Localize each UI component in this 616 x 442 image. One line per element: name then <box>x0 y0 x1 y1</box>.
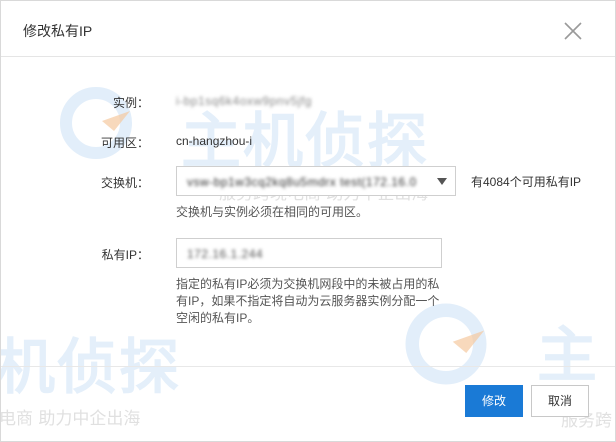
close-icon <box>564 22 582 40</box>
watermark-brand-partial-left: 机侦探 <box>0 333 181 403</box>
vswitch-label: 交换机： <box>100 176 149 190</box>
private-ip-input[interactable]: 172.16.1.244 <box>176 238 442 268</box>
vswitch-available-ips: 有4084个可用私有IP <box>471 175 582 189</box>
zone-value: cn-hangzhou-i <box>176 134 253 148</box>
modify-private-ip-dialog: 主机侦探 服务跨境电商 助力中企出海 机侦探 主 电商 助力中企出海 服务跨 修… <box>0 0 616 442</box>
dialog-header: 修改私有IP <box>1 1 615 57</box>
watermark-brand-partial-right: 主 <box>537 321 599 391</box>
dialog-title: 修改私有IP <box>23 23 93 39</box>
watermark-slogan-left: 电商 助力中企出海 <box>0 409 141 429</box>
chevron-down-icon <box>437 178 447 185</box>
vswitch-select[interactable]: vsw-bp1w3cq2kq8u5mdrx test(172.16.0.0/20… <box>176 166 456 196</box>
vswitch-selected-value: vsw-bp1w3cq2kq8u5mdrx test(172.16.0.0/20… <box>187 175 417 189</box>
private-ip-help-line-2: 有IP，如果不指定将自动为云服务器实例分配一个 <box>176 294 440 308</box>
footer-divider <box>1 366 615 367</box>
vswitch-help-text: 交换机与实例必须在相同的可用区。 <box>176 205 369 219</box>
cancel-button[interactable]: 取消 <box>531 385 589 417</box>
private-ip-label: 私有IP： <box>101 248 149 262</box>
instance-label: 实例： <box>112 96 149 110</box>
watermark: 主机侦探 服务跨境电商 助力中企出海 机侦探 主 电商 助力中企出海 服务跨 <box>1 1 615 441</box>
private-ip-help-text: 指定的私有IP必须为交换机网段中的未被占用的私 有IP，如果不指定将自动为云服务… <box>176 276 456 327</box>
zone-label: 可用区： <box>100 136 149 150</box>
instance-id: i-bp1sq6k4oxw9pnv5jfg <box>176 94 312 108</box>
confirm-button[interactable]: 修改 <box>465 385 523 417</box>
private-ip-value: 172.16.1.244 <box>187 247 264 261</box>
close-button[interactable] <box>562 20 584 42</box>
private-ip-help-line-1: 指定的私有IP必须为交换机网段中的未被占用的私 <box>176 277 440 291</box>
private-ip-help-line-3: 空闲的私有IP。 <box>176 311 260 325</box>
